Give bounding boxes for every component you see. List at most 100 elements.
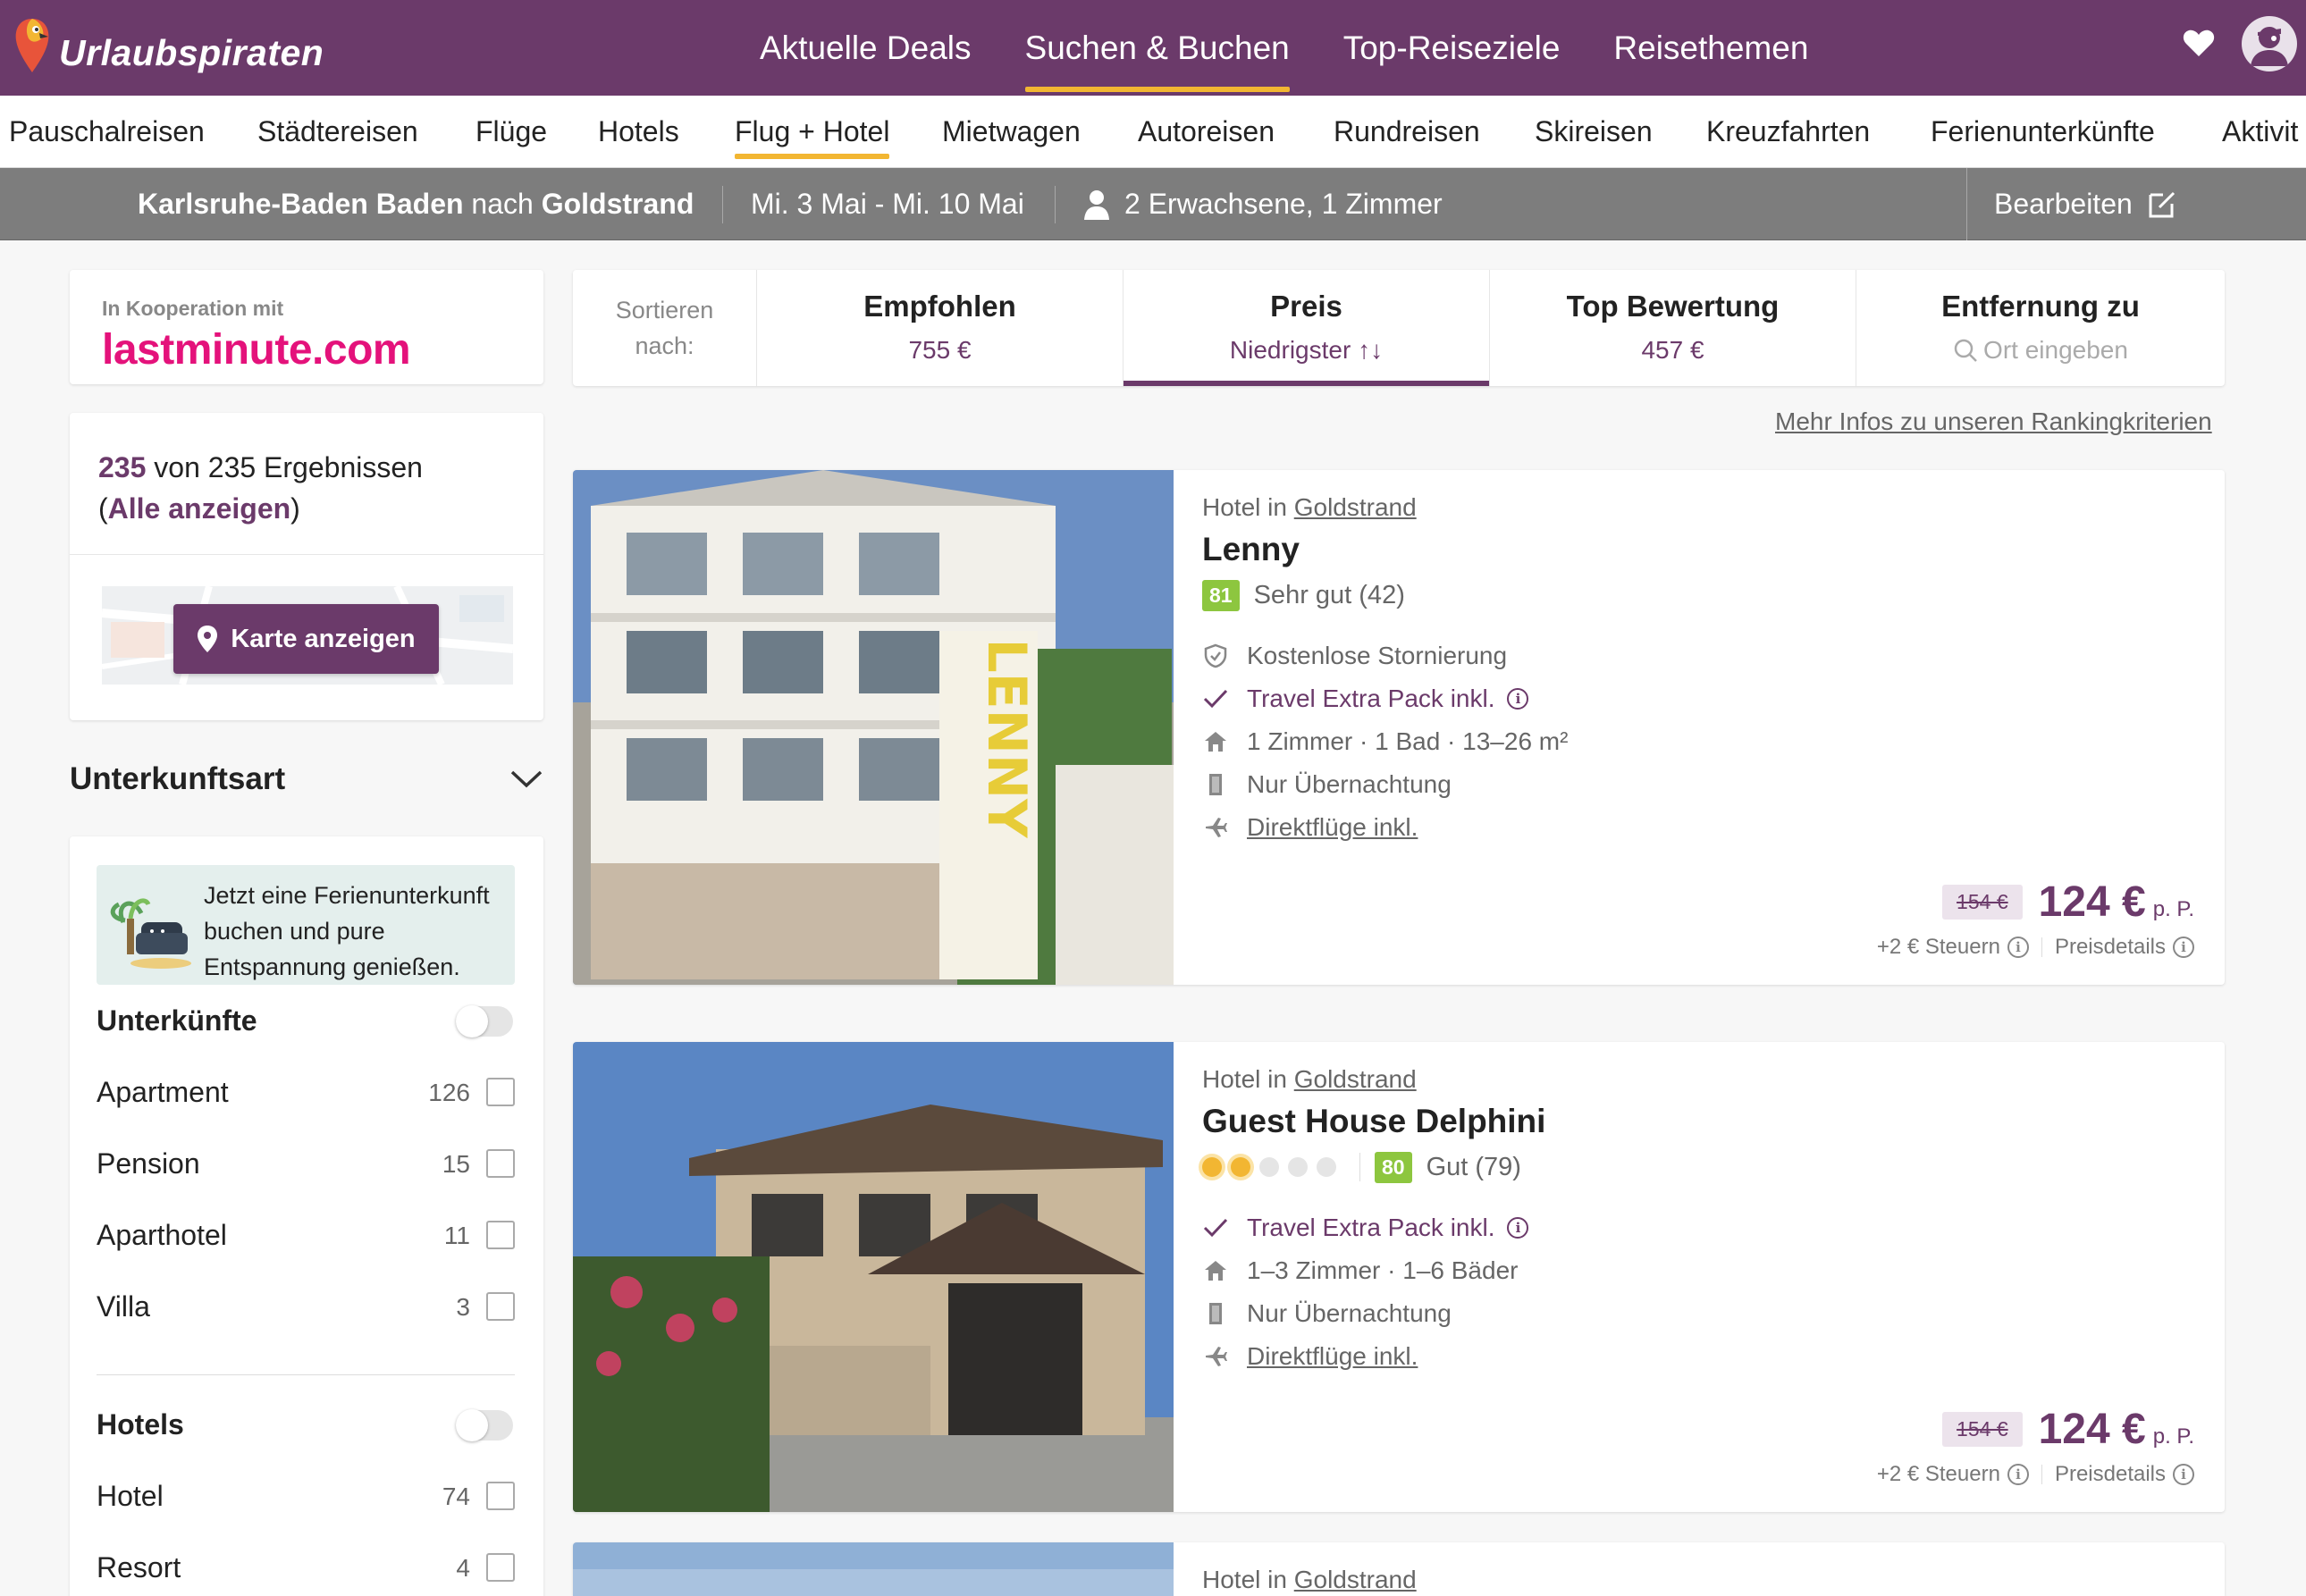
hotel-card[interactable]: Hotel in Goldstrand [573,1542,2225,1596]
price-details-link[interactable]: Preisdetails [2055,935,2166,960]
checkbox-hotel[interactable] [486,1482,515,1510]
sort-option-top-bewertung[interactable]: Top Bewertung 457 € [1490,270,1856,386]
show-all-link[interactable]: Alle anzeigen [108,492,291,525]
filter-label: Villa [97,1290,150,1323]
filter-row-aparthotel[interactable]: Aparthotel 11 [97,1219,515,1255]
price-details-info-icon[interactable]: i [2173,1464,2194,1485]
cat-hotels[interactable]: Hotels [598,96,679,167]
divider [70,554,543,555]
price-details-info-icon[interactable]: i [2173,937,2194,958]
cat-pauschalreisen[interactable]: Pauschalreisen [9,96,205,167]
main-nav: Aktuelle Deals Suchen & Buchen Top-Reise… [733,0,1835,96]
feature-text: Nur Übernachtung [1247,770,1452,798]
nav-suchen-buchen[interactable]: Suchen & Buchen [998,0,1317,96]
toggle-hotels[interactable] [456,1409,513,1441]
checkbox-villa[interactable] [486,1292,515,1321]
search-dates[interactable]: Mi. 3 Mai - Mi. 10 Mai [751,168,1024,240]
person-icon [1084,189,1109,220]
hotel-photo[interactable]: LENNY [573,470,1174,985]
divider [722,186,723,223]
hotel-card[interactable]: LENNY Hotel in Goldstrand Lenny 81 Sehr … [573,470,2225,985]
feature-free-cancellation: Kostenlose Stornierung [1202,638,1507,674]
nav-reisethemen[interactable]: Reisethemen [1586,0,1835,96]
checkbox-apartment[interactable] [486,1078,515,1106]
filter-row-pension[interactable]: Pension 15 [97,1147,515,1183]
filter-row-villa[interactable]: Villa 3 [97,1290,515,1326]
brand-logo[interactable]: Urlaubspiraten [13,9,324,80]
hotel-photo[interactable] [573,1542,1174,1596]
edit-icon [2149,191,2175,217]
checkbox-aparthotel[interactable] [486,1221,515,1249]
house-icon [1202,730,1229,753]
paren-close: ) [290,492,300,525]
feature-direct-flights[interactable]: Direktflüge inkl. [1202,1339,1418,1374]
sort-bar: Sortieren nach: Empfohlen 755 € Preis Ni… [573,270,2225,386]
info-icon[interactable]: i [1507,688,1529,710]
parrot-logo-icon [15,19,49,72]
filter-label: Resort [97,1551,181,1583]
sort-title: Entfernung zu [1941,290,2140,323]
hotel-name[interactable]: Lenny [1202,531,1300,568]
location-input[interactable]: Ort eingeben [1856,336,2225,365]
cat-kreuzfahrten[interactable]: Kreuzfahrten [1706,96,1870,167]
accommodation-type-header[interactable]: Unterkunftsart [70,761,543,806]
cat-skireisen[interactable]: Skireisen [1535,96,1653,167]
toggle-unterkuenfte[interactable] [456,1005,513,1037]
show-map-button[interactable]: Karte anzeigen [173,604,439,674]
filter-count: 15 [442,1150,470,1178]
hotel-name[interactable]: Guest House Delphini [1202,1103,1545,1140]
nav-top-reiseziele[interactable]: Top-Reiseziele [1317,0,1587,96]
cat-autoreisen[interactable]: Autoreisen [1138,96,1275,167]
hotel-photo[interactable] [573,1042,1174,1512]
ranking-info-link[interactable]: Mehr Infos zu unseren Rankingkriterien [1775,407,2212,436]
hotel-location-link[interactable]: Goldstrand [1294,1065,1417,1093]
sort-option-entfernung[interactable]: Entfernung zu Ort eingeben [1856,270,2225,386]
hotel-location-link[interactable]: Goldstrand [1294,1566,1417,1593]
filter-row-apartment[interactable]: Apartment 126 [97,1076,515,1112]
taxes-info-icon[interactable]: i [2007,937,2029,958]
top-header: Urlaubspiraten Aktuelle Deals Suchen & B… [0,0,2306,96]
nav-label: Aktuelle Deals [760,29,972,66]
per-person-label: p. P. [2152,897,2194,921]
star-filled-icon [1231,1157,1250,1177]
cat-flug-hotel[interactable]: Flug + Hotel [735,96,890,167]
cat-ferienunterkuenfte[interactable]: Ferienunterkünfte [1931,96,2155,167]
filter-row-resort[interactable]: Resort 4 [97,1551,515,1587]
feature-text[interactable]: Direktflüge inkl. [1247,813,1418,842]
nav-aktuelle-deals[interactable]: Aktuelle Deals [733,0,998,96]
sort-value: 755 € [908,336,972,364]
cat-fluege[interactable]: Flüge [476,96,547,167]
hotel-card[interactable]: Hotel in Goldstrand Guest House Delphini… [573,1042,2225,1512]
cat-staedtereisen[interactable]: Städtereisen [257,96,418,167]
cat-rundreisen[interactable]: Rundreisen [1334,96,1480,167]
old-price: 154 € [1942,1412,2023,1447]
nav-label: Reisethemen [1613,29,1809,66]
checkbox-pension[interactable] [486,1149,515,1178]
feature-text: Travel Extra Pack inkl. [1247,1214,1495,1241]
sort-option-empfohlen[interactable]: Empfohlen 755 € [757,270,1124,386]
heart-icon[interactable] [2181,25,2217,61]
hotel-location-link[interactable]: Goldstrand [1294,493,1417,521]
holiday-rental-promo[interactable]: Jetzt eine Ferienunterkunft buchen und p… [97,865,515,985]
hotel-photo-image: LENNY [573,470,1174,985]
price-details-link[interactable]: Preisdetails [2055,1462,2166,1487]
search-origin: Karlsruhe-Baden Baden [138,188,464,220]
feature-text: 1 Zimmer · 1 Bad · 13–26 m² [1247,727,1569,755]
sort-option-preis[interactable]: Preis Niedrigster ↑↓ [1124,270,1490,386]
feature-direct-flights[interactable]: Direktflüge inkl. [1202,810,1418,845]
checkbox-resort[interactable] [486,1553,515,1582]
per-person-label: p. P. [2152,1424,2194,1449]
star-empty-icon [1317,1157,1336,1177]
feature-text[interactable]: Direktflüge inkl. [1247,1342,1418,1371]
search-travellers[interactable]: 2 Erwachsene, 1 Zimmer [1083,168,1443,240]
edit-search-button[interactable]: Bearbeiten [1966,168,2306,240]
search-route[interactable]: Karlsruhe-Baden Baden nach Goldstrand [138,168,694,240]
user-avatar-icon [2251,27,2288,66]
taxes-info-icon[interactable]: i [2007,1464,2029,1485]
user-avatar[interactable] [2242,16,2297,71]
filter-row-hotel[interactable]: Hotel 74 [97,1480,515,1516]
cat-mietwagen[interactable]: Mietwagen [942,96,1081,167]
nav-label: Suchen & Buchen [1024,29,1290,66]
info-icon[interactable]: i [1507,1217,1529,1239]
cat-aktivitaeten[interactable]: Aktivit [2222,96,2298,167]
